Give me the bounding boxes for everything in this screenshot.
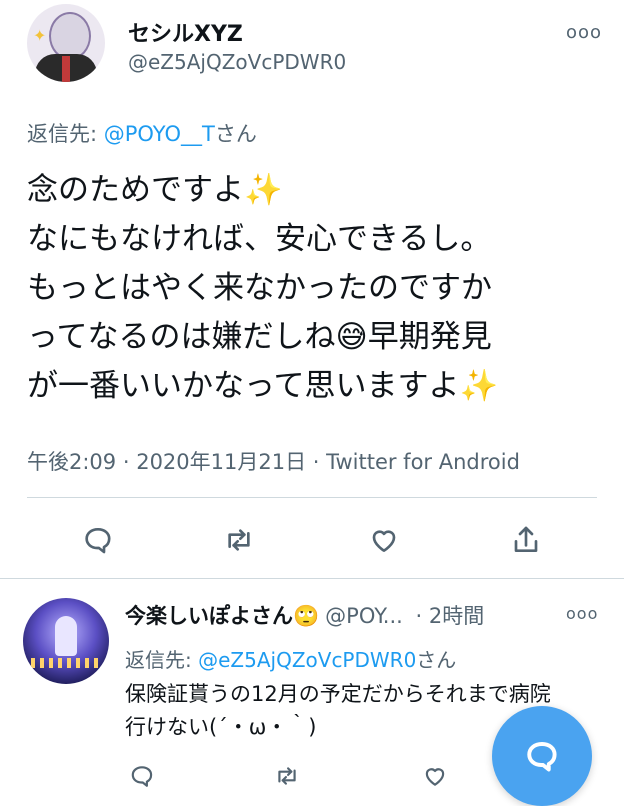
section-divider	[0, 578, 624, 579]
reply-to-mention[interactable]: @POYO__T	[104, 122, 215, 146]
tweet-line: ってなるのは嫌だしね😅早期発見	[27, 319, 492, 355]
tweet-time: 午後2:09	[27, 450, 117, 474]
reply-to-line: 返信先: @eZ5AjQZoVcPDWR0さん	[125, 644, 456, 673]
share-icon	[514, 526, 538, 552]
like-icon	[372, 530, 396, 552]
reply-line: 保険証貰うの12月の予定だからそれまで病院	[125, 682, 551, 706]
avatar-face	[49, 12, 91, 60]
compose-button[interactable]	[492, 706, 592, 806]
tweet-line: もっとはやく来なかったのですか	[27, 270, 492, 306]
reply-to-prefix: 返信先:	[27, 122, 104, 146]
reply-to-suffix: さん	[214, 122, 257, 146]
divider	[27, 497, 597, 498]
reply-to-mention[interactable]: @eZ5AjQZoVcPDWR0	[198, 648, 416, 672]
avatar-figure	[55, 616, 77, 656]
meta-separator: ·	[306, 450, 327, 474]
reply-author-handle[interactable]: @POY...	[325, 604, 403, 628]
author-display-name[interactable]: セシルXYZ	[128, 16, 243, 48]
tweet-date: 2020年11月21日	[136, 450, 307, 474]
sparkle-icon: ✦	[33, 26, 47, 45]
reply-header: 今楽しいぽよさん🙄 @POY... · 2時間	[125, 600, 484, 630]
more-options-icon[interactable]: ooo	[566, 22, 602, 43]
reply-author-name[interactable]: 今楽しいぽよさん🙄	[125, 604, 319, 628]
tweet-line: なにもなければ、安心できるし。	[27, 221, 492, 257]
author-avatar[interactable]: ✦	[27, 4, 105, 82]
like-button[interactable]	[364, 520, 404, 560]
retweet-icon	[278, 767, 296, 785]
reply-icon	[131, 766, 153, 787]
reply-time: · 2時間	[415, 604, 485, 628]
like-icon	[425, 768, 445, 786]
tweet-source[interactable]: Twitter for Android	[326, 450, 520, 474]
avatar-tie	[62, 56, 70, 82]
tweet-line: が一番いいかなって思いますよ✨	[27, 368, 499, 404]
more-options-icon[interactable]: ooo	[566, 604, 598, 623]
reply-icon	[85, 528, 111, 554]
reply-to-line: 返信先: @POYO__Tさん	[27, 118, 257, 148]
share-button[interactable]	[506, 520, 546, 560]
retweet-button[interactable]	[267, 756, 307, 796]
reply-button[interactable]	[122, 756, 162, 796]
reply-to-prefix: 返信先:	[125, 648, 199, 672]
retweet-button[interactable]	[219, 520, 259, 560]
like-button[interactable]	[415, 756, 455, 796]
reply-author-avatar[interactable]	[23, 598, 109, 684]
avatar-lights	[31, 658, 101, 668]
author-handle[interactable]: @eZ5AjQZoVcPDWR0	[128, 50, 346, 74]
retweet-icon	[228, 529, 250, 551]
meta-separator: ·	[116, 450, 137, 474]
tweet-line: 念のためですよ✨	[27, 172, 283, 208]
reply-button[interactable]	[78, 520, 118, 560]
compose-icon	[527, 742, 557, 772]
tweet-meta: 午後2:09 · 2020年11月21日 · Twitter for Andro…	[27, 446, 520, 476]
reply-to-suffix: さん	[416, 648, 457, 672]
tweet-body: 念のためですよ✨ なにもなければ、安心できるし。 もっとはやく来なかったのですか…	[27, 166, 597, 411]
